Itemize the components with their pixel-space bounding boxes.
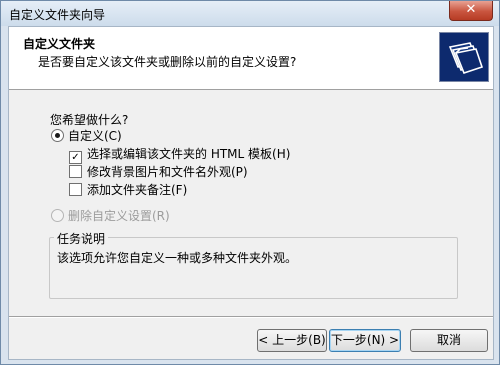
header-subtitle: 是否要自定义该文件夹或删除以前的自定义设置? — [38, 55, 297, 69]
task-description-legend: 任务说明 — [54, 230, 109, 247]
folder-logo-icon — [439, 32, 489, 82]
checkbox-unchecked-icon — [69, 165, 82, 178]
radio-disabled-icon — [51, 209, 64, 222]
remove-customization-radio[interactable]: 删除自定义设置(R) — [51, 207, 170, 224]
background-label: 修改背景图片和文件名外观(P) — [87, 165, 248, 179]
comment-label: 添加文件夹备注(F) — [87, 183, 188, 197]
question-label: 您希望做什么? — [50, 113, 129, 127]
customize-label: 自定义(C) — [68, 129, 122, 143]
remove-customization-label: 删除自定义设置(R) — [68, 209, 170, 223]
wizard-window: 自定义文件夹向导 ✕ 自定义文件夹 是否要自定义该文件夹或删除以前的自定义设置?… — [0, 0, 500, 365]
task-description-text: 该选项允许您自定义一种或多种文件夹外观。 — [57, 251, 298, 265]
header-title: 自定义文件夹 — [23, 37, 96, 51]
wizard-header: 自定义文件夹 是否要自定义该文件夹或删除以前的自定义设置? — [9, 27, 493, 90]
html-template-checkbox[interactable]: ✓ 选择或编辑该文件夹的 HTML 模板(H) — [69, 145, 290, 164]
background-checkbox[interactable]: 修改背景图片和文件名外观(P) — [69, 163, 248, 180]
footer-divider — [9, 316, 493, 318]
comment-checkbox[interactable]: 添加文件夹备注(F) — [69, 181, 187, 198]
wizard-client: 自定义文件夹 是否要自定义该文件夹或删除以前的自定义设置? 您希望做什么? 自定… — [8, 26, 494, 360]
back-button[interactable]: < 上一步(B) — [257, 329, 327, 352]
checkbox-unchecked-icon — [69, 183, 82, 196]
next-button[interactable]: 下一步(N) > — [329, 329, 401, 352]
close-button[interactable]: ✕ — [449, 1, 493, 21]
html-template-label: 选择或编辑该文件夹的 HTML 模板(H) — [87, 147, 291, 161]
task-description-group — [49, 237, 458, 299]
title-bar[interactable]: 自定义文件夹向导 ✕ — [1, 1, 499, 26]
window-title: 自定义文件夹向导 — [9, 8, 106, 22]
cancel-button[interactable]: 取消 — [410, 329, 488, 352]
radio-selected-icon — [51, 129, 64, 142]
customize-radio[interactable]: 自定义(C) — [51, 127, 122, 144]
close-icon: ✕ — [465, 2, 477, 17]
